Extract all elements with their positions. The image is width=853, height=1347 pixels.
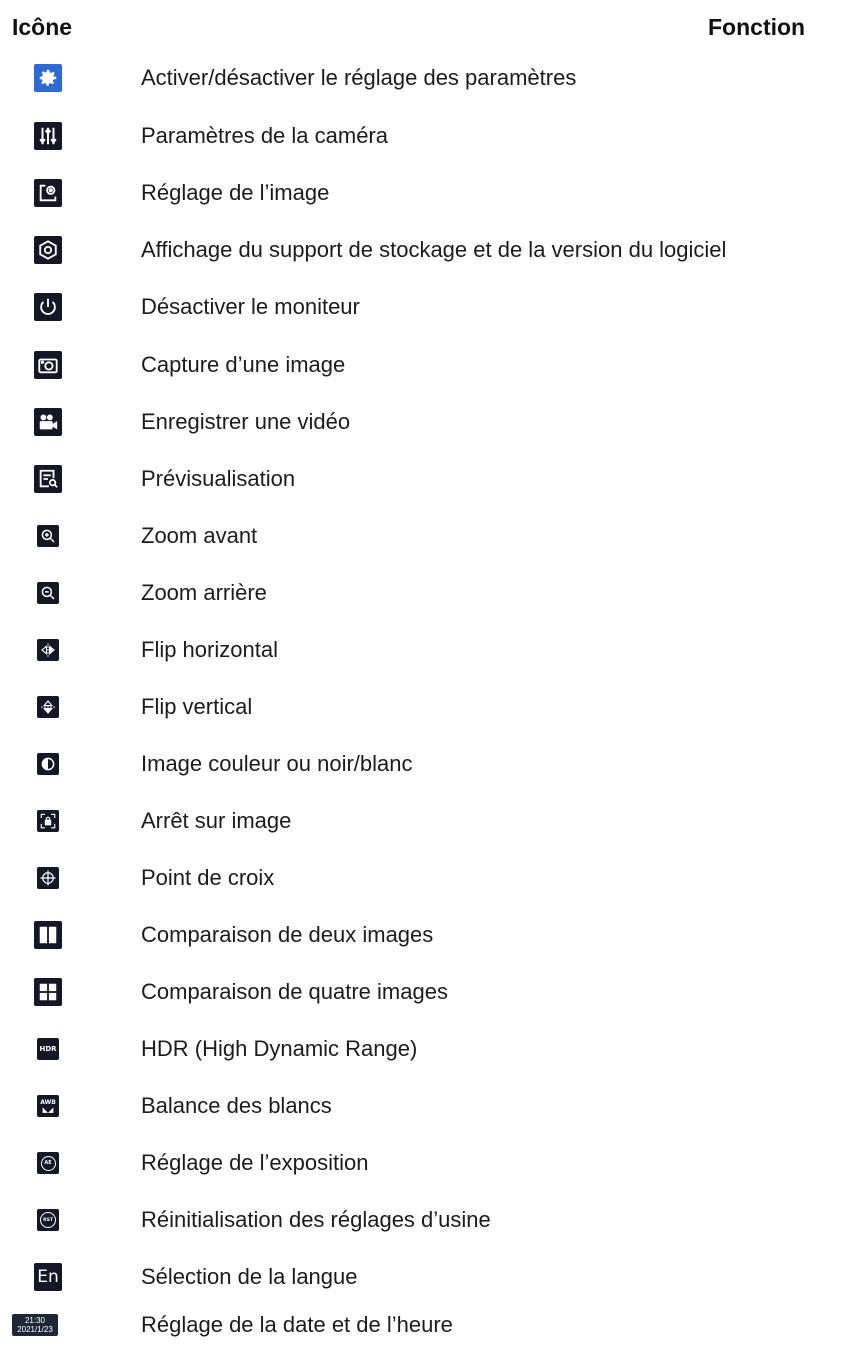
row-label: Comparaison de quatre images [141,979,448,1004]
crosshair-icon [37,867,59,889]
table-row: Zoom avant [0,516,853,556]
gear-icon [34,64,62,92]
row-label: Réglage de l’exposition [141,1150,369,1175]
table-row: Zoom arrière [0,573,853,613]
split-four-icon [34,978,62,1006]
row-label: Réglage de la date et de l’heure [141,1312,453,1337]
row-label: Zoom avant [141,523,258,548]
row-label: Affichage du support de stockage et de l… [141,237,727,262]
row-label: Sélection de la langue [141,1264,358,1289]
row-label: Désactiver le moniteur [141,294,360,319]
hdr-icon-text: HDR [39,1045,57,1053]
table-row: 21:30 2021/1/23 Réglage de la date et de… [0,1305,853,1345]
row-label: Activer/désactiver le réglage des paramè… [141,65,577,90]
split-two-icon [34,921,62,949]
table-row: Enregistrer une vidéo [0,402,853,442]
table-row: Affichage du support de stockage et de l… [0,230,853,270]
image-settings-icon [34,179,62,207]
table-row: AWB ◣◢ Balance des blancs [0,1086,853,1126]
datetime-icon-date: 2021/1/23 [17,1325,53,1334]
flip-vertical-icon [37,696,59,718]
table-row: Prévisualisation [0,459,853,499]
row-label: HDR (High Dynamic Range) [141,1036,418,1061]
row-label: Enregistrer une vidéo [141,409,351,434]
table-row: Paramètres de la caméra [0,116,853,156]
table-row: Point de croix [0,858,853,898]
exposure-icon-text: AE [40,1155,56,1171]
zoom-in-icon [37,525,59,547]
function-column-header: Fonction [708,14,806,40]
icon-column-header: Icône [12,14,73,40]
table-row: Activer/désactiver le réglage des paramè… [0,58,853,98]
zoom-out-icon [37,582,59,604]
flip-horizontal-icon [37,639,59,661]
storage-info-icon [34,236,62,264]
table-row: Comparaison de deux images [0,915,853,955]
power-icon [34,293,62,321]
reset-icon: RST [37,1209,59,1231]
row-label: Arrêt sur image [141,808,292,833]
video-camera-icon [34,408,62,436]
sliders-icon [34,122,62,150]
table-row: Désactiver le moniteur [0,287,853,327]
row-label: Réinitialisation des réglages d’usine [141,1207,491,1232]
table-row: En Sélection de la langue [0,1257,853,1297]
datetime-icon: 21:30 2021/1/23 [12,1314,58,1336]
datetime-icon-time: 21:30 [24,1316,46,1325]
row-label: Réglage de l’image [141,180,330,205]
row-label: Flip vertical [141,694,253,719]
hdr-icon: HDR [37,1038,59,1060]
table-row: Arrêt sur image [0,801,853,841]
table-row: RST Réinitialisation des réglages d’usin… [0,1200,853,1240]
row-label: Balance des blancs [141,1093,332,1118]
contrast-icon [37,753,59,775]
row-label: Comparaison de deux images [141,922,434,947]
awb-triangles: ◣◢ [42,1105,54,1114]
table-row: Flip vertical [0,687,853,727]
row-label: Prévisualisation [141,466,296,491]
row-label: Zoom arrière [141,580,267,605]
row-label: Paramètres de la caméra [141,123,388,148]
reset-icon-text: RST [40,1212,56,1228]
table-row: AE Réglage de l’exposition [0,1143,853,1183]
row-label: Capture d’une image [141,352,346,377]
row-label: Point de croix [141,865,275,890]
table-row: Comparaison de quatre images [0,972,853,1012]
exposure-icon: AE [37,1152,59,1174]
camera-icon [34,351,62,379]
row-label: Flip horizontal [141,637,278,662]
table-row: Réglage de l’image [0,173,853,213]
awb-icon: AWB ◣◢ [37,1095,59,1117]
freeze-icon [37,810,59,832]
awb-icon-text: AWB [40,1098,56,1106]
table-row: HDR HDR (High Dynamic Range) [0,1029,853,1069]
table-row: Image couleur ou noir/blanc [0,744,853,784]
preview-icon [34,465,62,493]
row-label: Image couleur ou noir/blanc [141,751,413,776]
table-row: Capture d’une image [0,345,853,385]
table-row: Flip horizontal [0,630,853,670]
language-icon: En [34,1263,62,1291]
